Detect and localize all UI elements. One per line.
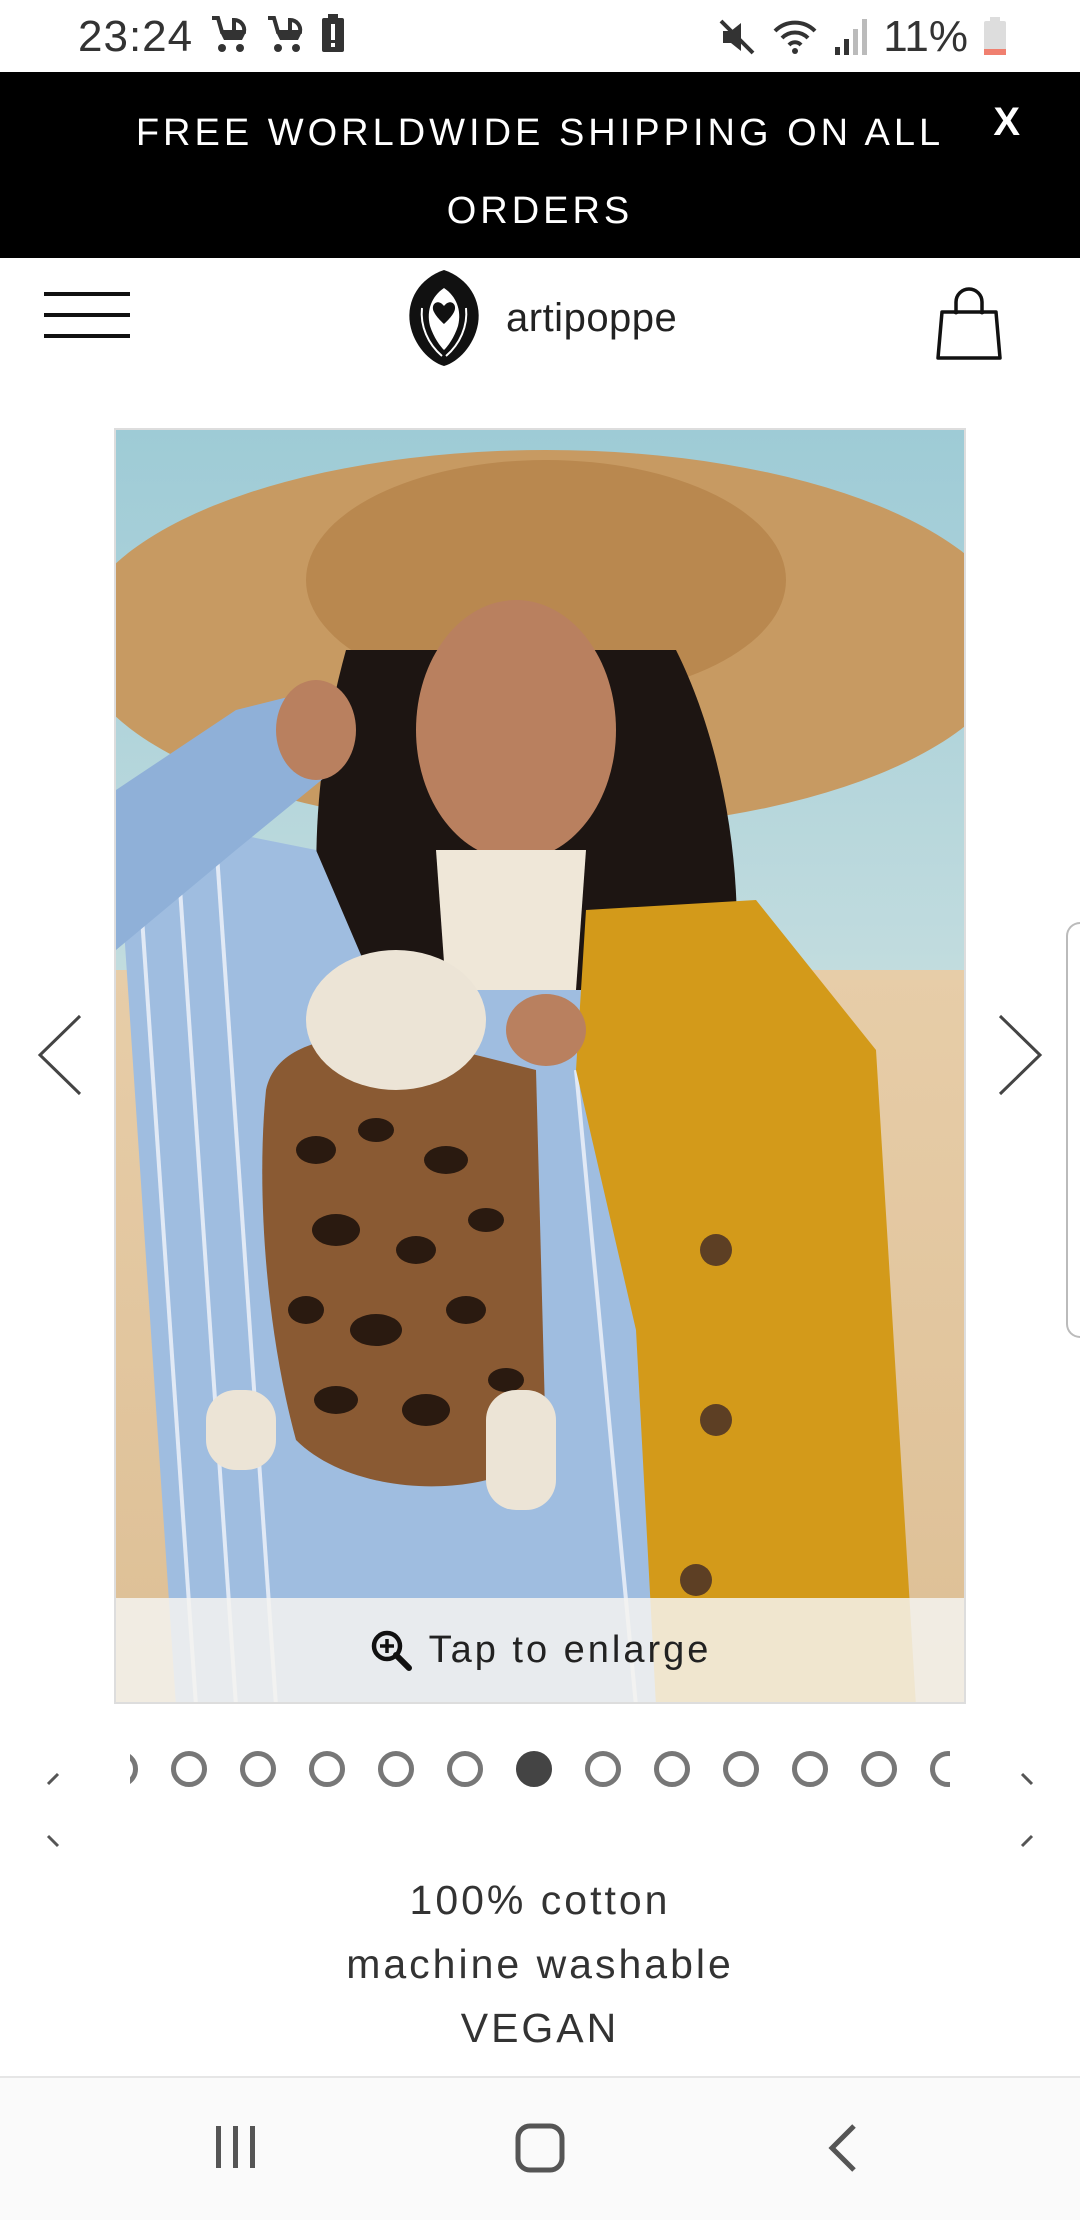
pagination-dot-active[interactable]: [516, 1751, 552, 1787]
battery-alert-icon: [322, 14, 344, 52]
dots-next-arrow[interactable]: [1018, 1772, 1036, 1857]
shopping-bag-icon[interactable]: [934, 286, 1004, 367]
carousel-prev-arrow[interactable]: [32, 1010, 88, 1100]
pagination-dot[interactable]: [654, 1751, 690, 1787]
product-photo: [116, 430, 964, 1702]
carousel-next-arrow[interactable]: [992, 1010, 1048, 1100]
pagination-dot[interactable]: [130, 1751, 138, 1787]
hamburger-menu-icon[interactable]: [44, 292, 130, 338]
stroller-icon: [268, 16, 303, 52]
dots-prev-arrow[interactable]: [44, 1772, 62, 1857]
pagination-dot[interactable]: [861, 1751, 897, 1787]
status-left-icons: [208, 14, 346, 54]
status-right-icons: 11%: [717, 12, 1008, 62]
wifi-icon: [773, 20, 817, 54]
pagination-dot[interactable]: [447, 1751, 483, 1787]
home-icon[interactable]: [514, 2122, 566, 2179]
pagination-dot[interactable]: [585, 1751, 621, 1787]
product-image[interactable]: Tap to enlarge: [114, 428, 966, 1704]
back-icon[interactable]: [826, 2122, 860, 2179]
carousel-pagination-dots: [130, 1747, 950, 1791]
pagination-dot[interactable]: [723, 1751, 759, 1787]
system-nav-bar: [0, 2076, 1080, 2220]
status-bar: 23:24 11%: [0, 0, 1080, 72]
pagination-dot[interactable]: [792, 1751, 828, 1787]
stroller-icon: [212, 16, 247, 52]
recent-apps-icon[interactable]: [212, 2122, 260, 2177]
pagination-dot[interactable]: [240, 1751, 276, 1787]
zoom-in-icon: [371, 1630, 412, 1671]
signal-icon: [835, 19, 868, 55]
feature-washable: machine washable: [346, 1941, 734, 1987]
pagination-dot[interactable]: [378, 1751, 414, 1787]
promo-banner: FREE WORLDWIDE SHIPPING ON ALL ORDERS X: [0, 72, 1080, 258]
battery-percent: 11%: [883, 12, 968, 61]
brand-name: artipoppe: [506, 295, 678, 340]
feature-cotton: 100% cotton: [409, 1877, 671, 1923]
mute-icon: [719, 19, 755, 55]
pagination-dot[interactable]: [171, 1751, 207, 1787]
battery-icon: [984, 17, 1006, 55]
brand-logo[interactable]: artipoppe: [402, 268, 677, 368]
side-panel-handle[interactable]: [1066, 922, 1080, 1338]
promo-text: FREE WORLDWIDE SHIPPING ON ALL ORDERS: [135, 112, 945, 232]
pagination-dot[interactable]: [930, 1751, 950, 1787]
tap-to-enlarge-bar[interactable]: Tap to enlarge: [116, 1598, 964, 1702]
artipoppe-logo-icon: [409, 270, 479, 366]
tap-to-enlarge-label: Tap to enlarge: [428, 1628, 712, 1671]
product-features: 100% cotton machine washable VEGAN: [0, 1868, 1080, 2060]
feature-vegan: VEGAN: [460, 2005, 620, 2051]
pagination-dot[interactable]: [309, 1751, 345, 1787]
site-header: artipoppe: [0, 258, 1080, 398]
promo-close-button[interactable]: X: [993, 100, 1020, 145]
status-time: 23:24: [78, 12, 194, 61]
